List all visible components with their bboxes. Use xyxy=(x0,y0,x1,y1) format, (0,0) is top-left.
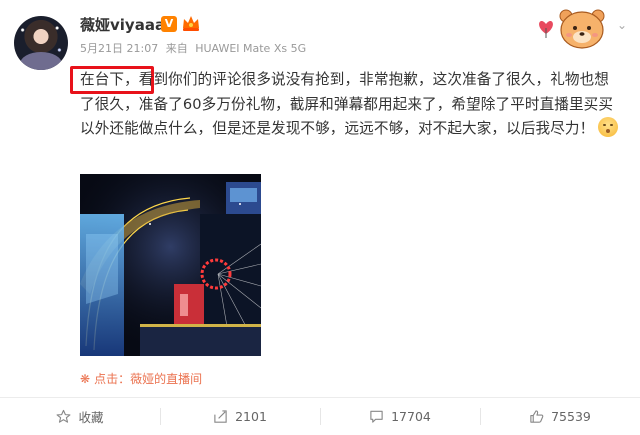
crown-icon xyxy=(183,16,199,31)
username[interactable]: 薇娅viyaaa xyxy=(80,14,165,35)
comment-count: 17704 xyxy=(391,409,431,424)
thumbs-up-icon xyxy=(530,410,544,423)
comment-icon xyxy=(370,410,383,423)
flushed-face-emoji-icon xyxy=(598,117,619,138)
bear-decoration-icon xyxy=(539,9,605,49)
like-button[interactable]: 75539 xyxy=(480,398,640,435)
source-prefix: 来自 xyxy=(165,42,188,55)
stage-photo-illustration xyxy=(80,174,261,356)
timestamp[interactable]: 5月21日 21:07 xyxy=(80,42,158,55)
verified-badge-icon: V xyxy=(161,16,177,32)
avatar-shoulders xyxy=(20,52,62,70)
favorite-button[interactable]: 收藏 xyxy=(0,398,160,435)
favorite-label: 收藏 xyxy=(78,410,104,425)
post-body: 在台下，看到你们的评论很多说没有抢到，非常抱歉，这次准备了很久，礼物也想了很久，… xyxy=(80,71,614,138)
post-meta: 5月21日 21:07 来自 HUAWEI Mate Xs 5G xyxy=(80,40,310,56)
post-text: 在台下，看到你们的评论很多说没有抢到，非常抱歉，这次准备了很久，礼物也想了很久，… xyxy=(80,68,620,142)
live-room-link[interactable]: ❋ 点击：薇娅的直播间 xyxy=(80,370,202,387)
action-bar: 收藏 2101 17704 75539 xyxy=(0,398,640,435)
spark-icon: ❋ xyxy=(80,372,91,386)
repost-count: 2101 xyxy=(235,409,267,424)
repost-button[interactable]: 2101 xyxy=(160,398,320,435)
chevron-down-icon[interactable]: ⌄ xyxy=(617,18,627,32)
stage-photo[interactable] xyxy=(80,174,261,356)
like-count: 75539 xyxy=(551,409,591,424)
device-name: HUAWEI Mate Xs 5G xyxy=(195,42,307,55)
comment-button[interactable]: 17704 xyxy=(320,398,480,435)
star-icon xyxy=(57,409,71,423)
live-room-label: 点击：薇娅的直播间 xyxy=(94,372,203,386)
repost-icon xyxy=(214,410,227,423)
avatar[interactable] xyxy=(14,16,68,70)
